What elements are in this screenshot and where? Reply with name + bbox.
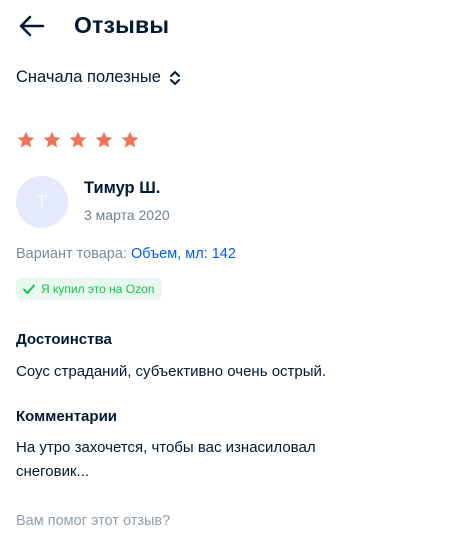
verified-purchase-badge: Я купил это на Ozon: [16, 278, 163, 300]
product-variant: Вариант товара: Объем, мл: 142: [16, 246, 236, 262]
sort-label: Сначала полезные: [16, 68, 161, 86]
check-icon: [23, 284, 35, 294]
star-icon: [95, 131, 113, 148]
helpful-question: Вам помог этот отзыв?: [16, 513, 171, 529]
review-date: 3 марта 2020: [84, 207, 170, 223]
verified-purchase-text: Я купил это на Ozon: [41, 282, 155, 296]
star-icon: [17, 131, 35, 148]
variant-link[interactable]: Объем, мл: 142: [131, 246, 236, 262]
rating-stars: [16, 130, 140, 150]
variant-label: Вариант товара:: [16, 246, 127, 262]
comment-text: На утро захочется, чтобы вас изнасиловал…: [16, 439, 316, 480]
author-name[interactable]: Тимур Ш.: [84, 179, 160, 198]
comment-title: Комментарии: [16, 408, 118, 425]
header: Отзывы: [0, 0, 461, 54]
star-icon: [69, 131, 87, 148]
pros-text: Соус страданий, субъективно очень острый…: [16, 363, 327, 380]
back-button[interactable]: [16, 10, 48, 42]
star-icon: [121, 131, 139, 148]
avatar: Т: [16, 176, 68, 228]
sort-chevrons-icon: [169, 70, 180, 85]
pros-title: Достоинства: [16, 331, 112, 348]
arrow-left-icon: [19, 15, 45, 37]
page-title: Отзывы: [74, 12, 170, 38]
star-icon: [43, 131, 61, 148]
sort-dropdown[interactable]: Сначала полезные: [16, 68, 181, 87]
